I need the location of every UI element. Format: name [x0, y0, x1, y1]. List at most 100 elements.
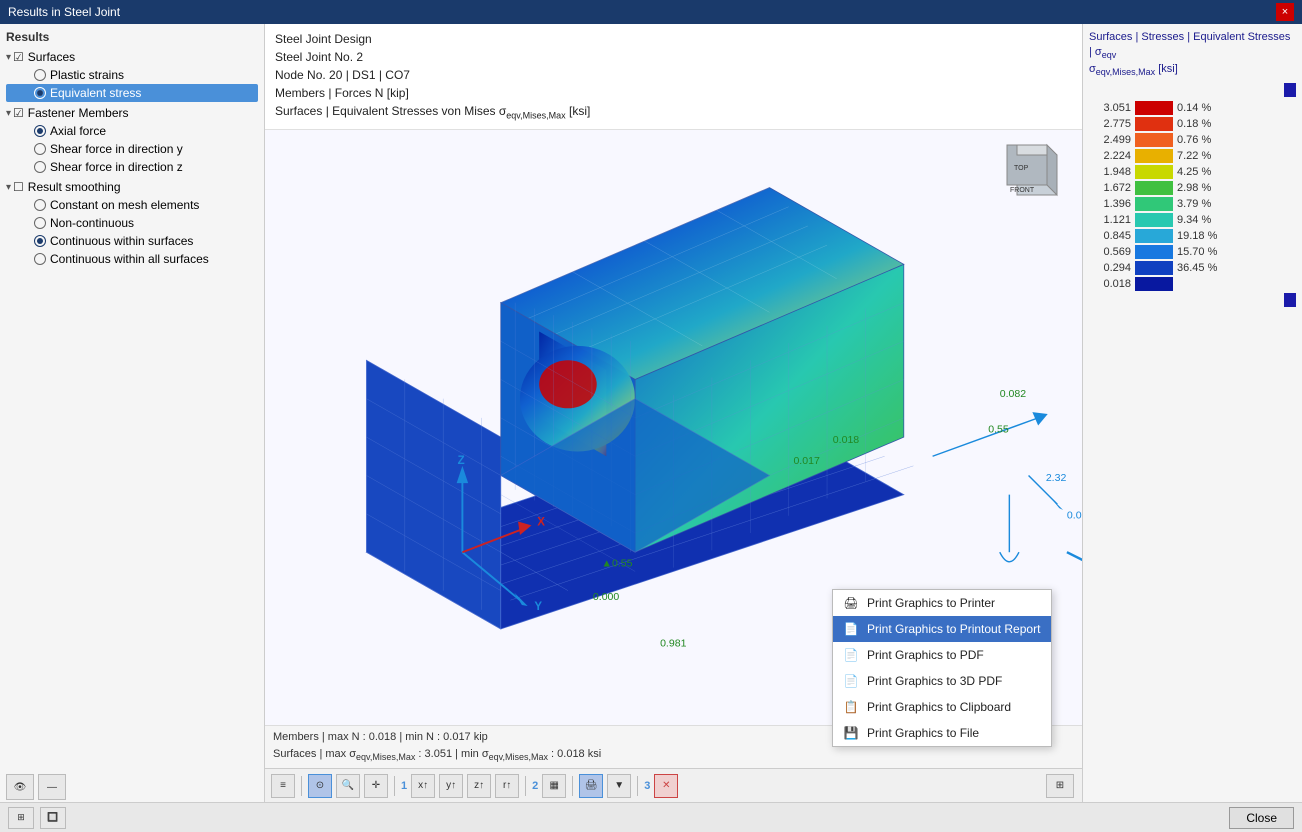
radio-constant-mesh[interactable]: [34, 199, 46, 211]
context-menu-item-clipboard[interactable]: 📋 Print Graphics to Clipboard: [833, 694, 1051, 720]
printer-icon: 🖨: [843, 595, 859, 611]
context-menu-item-pdf[interactable]: 📄 Print Graphics to PDF: [833, 642, 1051, 668]
toolbar-btn-grid[interactable]: ▦: [542, 774, 566, 798]
legend-value-6: 1.396: [1089, 198, 1131, 210]
legend-value-7: 1.121: [1089, 214, 1131, 226]
toolbar: ≡ ⊙ 🔍 ✛ 1 x↑ y↑ z↑ r↑ 2 ▦ 🖨 ▼ 3 ✕: [265, 768, 1082, 802]
legend-value-11: 0.018: [1089, 278, 1131, 290]
tree-item-result-smoothing[interactable]: ▾ ☐ Result smoothing: [6, 178, 258, 196]
pdf-icon: 📄: [843, 647, 859, 663]
clipboard-icon: 📋: [843, 699, 859, 715]
legend-title: Surfaces | Stresses | Equivalent Stresse…: [1089, 30, 1296, 79]
header-line3: Node No. 20 | DS1 | CO7: [275, 66, 1072, 84]
tree-item-surfaces[interactable]: ▾ ☑ Surfaces: [6, 48, 258, 66]
continuous-all-label: Continuous within all surfaces: [50, 252, 209, 266]
legend-color-3: [1135, 149, 1173, 163]
radio-axial-force[interactable]: [34, 125, 46, 137]
tree-item-continuous-surfaces[interactable]: Continuous within surfaces: [6, 232, 258, 250]
toolbar-dropdown-btn[interactable]: ▼: [607, 774, 631, 798]
printout-icon: 📄: [843, 621, 859, 637]
toolbar-btn-y[interactable]: y↑: [439, 774, 463, 798]
status-line2: Surfaces | max σeqv,Mises,Max : 3.051 | …: [273, 746, 1074, 765]
legend-color-7: [1135, 213, 1173, 227]
bottom-bar-right: Close: [1229, 807, 1294, 829]
legend-table: 3.051 0.14 % 2.775 0.18 % 2.499 0.76 %: [1089, 101, 1296, 291]
context-menu-clipboard-label: Print Graphics to Clipboard: [867, 700, 1011, 714]
legend-color-4: [1135, 165, 1173, 179]
tree-item-shear-y[interactable]: Shear force in direction y: [6, 140, 258, 158]
legend-row-9: 0.569 15.70 %: [1089, 245, 1296, 259]
legend-color-10: [1135, 261, 1173, 275]
radio-shear-z[interactable]: [34, 161, 46, 173]
radio-plastic-strains[interactable]: [34, 69, 46, 81]
toolbar-btn-close[interactable]: ✕: [654, 774, 678, 798]
legend-value-1: 2.775: [1089, 118, 1131, 130]
legend-bottom-indicator: [1284, 293, 1296, 307]
context-menu-item-printer[interactable]: 🖨 Print Graphics to Printer: [833, 590, 1051, 616]
tree-item-plastic-strains[interactable]: Plastic strains: [6, 66, 258, 84]
legend-color-2: [1135, 133, 1173, 147]
svg-text:Z: Z: [458, 455, 465, 467]
radio-continuous-all[interactable]: [34, 253, 46, 265]
tree-item-shear-z[interactable]: Shear force in direction z: [6, 158, 258, 176]
legend-row-0: 3.051 0.14 %: [1089, 101, 1296, 115]
legend-pct-9: 15.70 %: [1177, 246, 1217, 258]
bottom-toolbar-btn1[interactable]: ⊞: [8, 807, 34, 829]
tree-item-equivalent-stress[interactable]: Equivalent stress: [6, 84, 258, 102]
separator3: [525, 776, 526, 796]
tree-item-fastener-members[interactable]: ▾ ☑ Fastener Members: [6, 104, 258, 122]
toolbar-btn-x[interactable]: x↑: [411, 774, 435, 798]
shear-y-label: Shear force in direction y: [50, 142, 183, 156]
toolbar-number-3: 3: [644, 780, 650, 792]
plastic-strains-label: Plastic strains: [50, 68, 124, 82]
file-icon: 💾: [843, 725, 859, 741]
radio-non-continuous[interactable]: [34, 217, 46, 229]
toolbar-btn-zoom[interactable]: 🔍: [336, 774, 360, 798]
checkbox-surfaces[interactable]: ☑: [13, 50, 24, 64]
viewport-info: Steel Joint Design Steel Joint No. 2 Nod…: [265, 24, 1082, 130]
tree-item-non-continuous[interactable]: Non-continuous: [6, 214, 258, 232]
dash-button[interactable]: —: [38, 774, 66, 800]
bottom-toolbar-btn2[interactable]: 🔲: [40, 807, 66, 829]
legend-row-3: 2.224 7.22 %: [1089, 149, 1296, 163]
legend-pct-1: 0.18 %: [1177, 118, 1211, 130]
context-menu-item-printout[interactable]: 📄 Print Graphics to Printout Report: [833, 616, 1051, 642]
toolbar-btn-pan[interactable]: ✛: [364, 774, 388, 798]
svg-text:0.00: 0.00: [1067, 510, 1082, 522]
window-close-button[interactable]: ×: [1276, 3, 1294, 21]
checkbox-fastener[interactable]: ☑: [13, 106, 24, 120]
radio-continuous-surfaces[interactable]: [34, 235, 46, 247]
window-title: Results in Steel Joint: [8, 5, 120, 19]
toolbar-btn-print[interactable]: 🖨: [579, 774, 603, 798]
results-header: Results: [6, 30, 258, 44]
right-panel: Surfaces | Stresses | Equivalent Stresse…: [1082, 24, 1302, 802]
context-menu: 🖨 Print Graphics to Printer 📄 Print Grap…: [832, 589, 1052, 747]
toolbar-btn-right1[interactable]: ⊞: [1046, 774, 1074, 798]
context-menu-pdf-label: Print Graphics to PDF: [867, 648, 984, 662]
eye-button[interactable]: 👁: [6, 774, 34, 800]
toolbar-btn-orbit[interactable]: ⊙: [308, 774, 332, 798]
legend-value-9: 0.569: [1089, 246, 1131, 258]
toolbar-btn-1[interactable]: ≡: [271, 774, 295, 798]
separator4: [572, 776, 573, 796]
legend-pct-10: 36.45 %: [1177, 262, 1217, 274]
context-menu-item-3dpdf[interactable]: 📄 Print Graphics to 3D PDF: [833, 668, 1051, 694]
tree-item-axial-force[interactable]: Axial force: [6, 122, 258, 140]
main-container: Results ▾ ☑ Surfaces Plastic strains Equ…: [0, 24, 1302, 832]
toolbar-btn-z[interactable]: z↑: [467, 774, 491, 798]
tree-item-continuous-all[interactable]: Continuous within all surfaces: [6, 250, 258, 268]
legend-pct-8: 19.18 %: [1177, 230, 1217, 242]
legend-pct-5: 2.98 %: [1177, 182, 1211, 194]
tree-item-constant-mesh[interactable]: Constant on mesh elements: [6, 196, 258, 214]
checkbox-smoothing[interactable]: ☐: [13, 180, 24, 194]
legend-top-indicator: [1284, 83, 1296, 97]
radio-shear-y[interactable]: [34, 143, 46, 155]
legend-color-1: [1135, 117, 1173, 131]
context-menu-item-file[interactable]: 💾 Print Graphics to File: [833, 720, 1051, 746]
3dpdf-icon: 📄: [843, 673, 859, 689]
legend-row-7: 1.121 9.34 %: [1089, 213, 1296, 227]
toolbar-btn-r[interactable]: r↑: [495, 774, 519, 798]
legend-pct-0: 0.14 %: [1177, 102, 1211, 114]
radio-equivalent-stress[interactable]: [34, 87, 46, 99]
close-button[interactable]: Close: [1229, 807, 1294, 829]
